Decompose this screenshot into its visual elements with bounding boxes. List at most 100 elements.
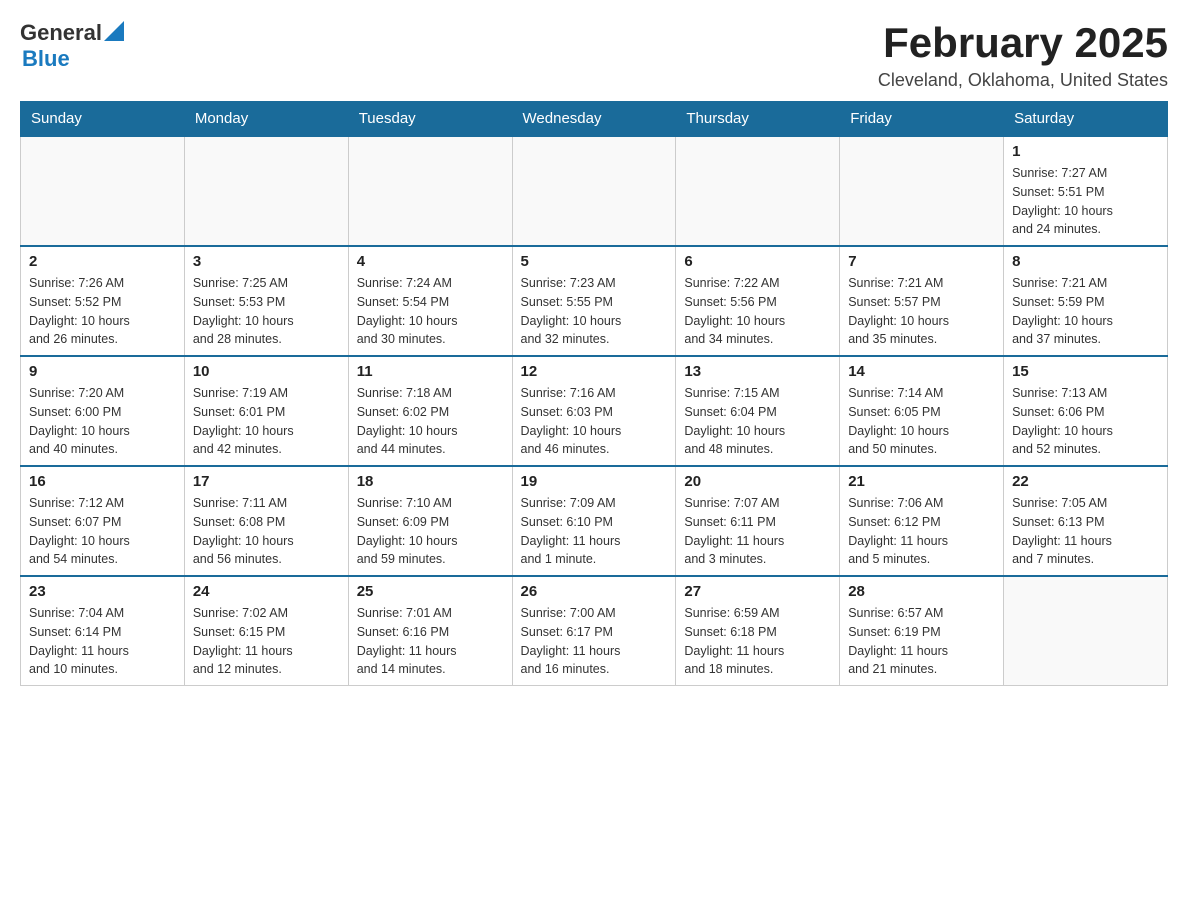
day-sun-info: Sunrise: 7:04 AMSunset: 6:14 PMDaylight:… (29, 604, 176, 679)
day-number: 17 (193, 473, 340, 490)
calendar-cell: 16 Sunrise: 7:12 AMSunset: 6:07 PMDayligh… (21, 466, 185, 576)
day-sun-info: Sunrise: 7:21 AMSunset: 5:57 PMDaylight:… (848, 274, 995, 349)
calendar-header-thursday: Thursday (676, 102, 840, 137)
logo-blue-text: Blue (22, 46, 70, 72)
day-number: 23 (29, 583, 176, 600)
calendar-cell: 8 Sunrise: 7:21 AMSunset: 5:59 PMDaylight… (1004, 246, 1168, 356)
day-sun-info: Sunrise: 7:05 AMSunset: 6:13 PMDaylight:… (1012, 494, 1159, 569)
day-number: 26 (521, 583, 668, 600)
day-sun-info: Sunrise: 7:27 AMSunset: 5:51 PMDaylight:… (1012, 164, 1159, 239)
calendar-cell: 6 Sunrise: 7:22 AMSunset: 5:56 PMDaylight… (676, 246, 840, 356)
calendar-header-monday: Monday (184, 102, 348, 137)
day-sun-info: Sunrise: 7:21 AMSunset: 5:59 PMDaylight:… (1012, 274, 1159, 349)
day-number: 9 (29, 363, 176, 380)
day-sun-info: Sunrise: 7:15 AMSunset: 6:04 PMDaylight:… (684, 384, 831, 459)
day-number: 20 (684, 473, 831, 490)
calendar-cell (184, 136, 348, 246)
day-sun-info: Sunrise: 7:16 AMSunset: 6:03 PMDaylight:… (521, 384, 668, 459)
day-sun-info: Sunrise: 7:22 AMSunset: 5:56 PMDaylight:… (684, 274, 831, 349)
day-sun-info: Sunrise: 7:20 AMSunset: 6:00 PMDaylight:… (29, 384, 176, 459)
calendar-header-wednesday: Wednesday (512, 102, 676, 137)
calendar-cell (676, 136, 840, 246)
calendar-cell: 18 Sunrise: 7:10 AMSunset: 6:09 PMDayligh… (348, 466, 512, 576)
calendar-cell: 14Sunrise: 7:14 AMSunset: 6:05 PMDayligh… (840, 356, 1004, 466)
day-sun-info: Sunrise: 6:59 AMSunset: 6:18 PMDaylight:… (684, 604, 831, 679)
day-number: 25 (357, 583, 504, 600)
calendar-week-row: 23 Sunrise: 7:04 AMSunset: 6:14 PMDayligh… (21, 576, 1168, 686)
calendar-cell: 5Sunrise: 7:23 AMSunset: 5:55 PMDaylight… (512, 246, 676, 356)
day-number: 7 (848, 253, 995, 270)
calendar-cell (840, 136, 1004, 246)
day-sun-info: Sunrise: 7:09 AMSunset: 6:10 PMDaylight:… (521, 494, 668, 569)
day-number: 10 (193, 363, 340, 380)
day-number: 4 (357, 253, 504, 270)
day-sun-info: Sunrise: 7:01 AMSunset: 6:16 PMDaylight:… (357, 604, 504, 679)
day-number: 16 (29, 473, 176, 490)
calendar-header-sunday: Sunday (21, 102, 185, 137)
calendar-cell: 17 Sunrise: 7:11 AMSunset: 6:08 PMDayligh… (184, 466, 348, 576)
page-header: General Blue February 2025 Cleveland, Ok… (20, 20, 1168, 91)
title-section: February 2025 Cleveland, Oklahoma, Unite… (878, 20, 1168, 91)
calendar-cell: 3Sunrise: 7:25 AMSunset: 5:53 PMDaylight… (184, 246, 348, 356)
day-number: 1 (1012, 143, 1159, 160)
day-number: 21 (848, 473, 995, 490)
calendar-table: SundayMondayTuesdayWednesdayThursdayFrid… (20, 101, 1168, 686)
calendar-header-saturday: Saturday (1004, 102, 1168, 137)
day-sun-info: Sunrise: 7:19 AMSunset: 6:01 PMDaylight:… (193, 384, 340, 459)
calendar-cell: 4 Sunrise: 7:24 AMSunset: 5:54 PMDaylight… (348, 246, 512, 356)
day-sun-info: Sunrise: 7:11 AMSunset: 6:08 PMDaylight:… (193, 494, 340, 569)
logo-triangle-icon (104, 21, 126, 43)
calendar-cell: 7 Sunrise: 7:21 AMSunset: 5:57 PMDaylight… (840, 246, 1004, 356)
calendar-cell (21, 136, 185, 246)
day-sun-info: Sunrise: 7:24 AMSunset: 5:54 PMDaylight:… (357, 274, 504, 349)
day-sun-info: Sunrise: 7:18 AMSunset: 6:02 PMDaylight:… (357, 384, 504, 459)
day-number: 18 (357, 473, 504, 490)
day-number: 6 (684, 253, 831, 270)
logo-general-text: General (20, 20, 102, 46)
calendar-cell (348, 136, 512, 246)
calendar-cell: 2 Sunrise: 7:26 AMSunset: 5:52 PMDaylight… (21, 246, 185, 356)
calendar-week-row: 9 Sunrise: 7:20 AMSunset: 6:00 PMDaylight… (21, 356, 1168, 466)
logo: General Blue (20, 20, 126, 72)
day-sun-info: Sunrise: 7:06 AMSunset: 6:12 PMDaylight:… (848, 494, 995, 569)
day-sun-info: Sunrise: 7:07 AMSunset: 6:11 PMDaylight:… (684, 494, 831, 569)
calendar-header-tuesday: Tuesday (348, 102, 512, 137)
calendar-cell: 13Sunrise: 7:15 AMSunset: 6:04 PMDayligh… (676, 356, 840, 466)
day-sun-info: Sunrise: 7:10 AMSunset: 6:09 PMDaylight:… (357, 494, 504, 569)
day-sun-info: Sunrise: 7:26 AMSunset: 5:52 PMDaylight:… (29, 274, 176, 349)
day-number: 2 (29, 253, 176, 270)
calendar-cell: 19 Sunrise: 7:09 AMSunset: 6:10 PMDayligh… (512, 466, 676, 576)
day-sun-info: Sunrise: 7:14 AMSunset: 6:05 PMDaylight:… (848, 384, 995, 459)
day-number: 5 (521, 253, 668, 270)
calendar-header-row: SundayMondayTuesdayWednesdayThursdayFrid… (21, 102, 1168, 137)
day-number: 8 (1012, 253, 1159, 270)
calendar-cell: 28 Sunrise: 6:57 AMSunset: 6:19 PMDayligh… (840, 576, 1004, 686)
calendar-cell: 26Sunrise: 7:00 AMSunset: 6:17 PMDayligh… (512, 576, 676, 686)
calendar-cell (1004, 576, 1168, 686)
day-number: 11 (357, 363, 504, 380)
day-number: 27 (684, 583, 831, 600)
month-title: February 2025 (878, 20, 1168, 66)
calendar-cell: 12 Sunrise: 7:16 AMSunset: 6:03 PMDayligh… (512, 356, 676, 466)
calendar-cell: 20 Sunrise: 7:07 AMSunset: 6:11 PMDayligh… (676, 466, 840, 576)
calendar-cell: 24Sunrise: 7:02 AMSunset: 6:15 PMDayligh… (184, 576, 348, 686)
day-number: 12 (521, 363, 668, 380)
day-sun-info: Sunrise: 7:13 AMSunset: 6:06 PMDaylight:… (1012, 384, 1159, 459)
calendar-week-row: 2 Sunrise: 7:26 AMSunset: 5:52 PMDaylight… (21, 246, 1168, 356)
day-sun-info: Sunrise: 7:12 AMSunset: 6:07 PMDaylight:… (29, 494, 176, 569)
calendar-cell: 25 Sunrise: 7:01 AMSunset: 6:16 PMDayligh… (348, 576, 512, 686)
calendar-cell: 10 Sunrise: 7:19 AMSunset: 6:01 PMDayligh… (184, 356, 348, 466)
calendar-cell: 1 Sunrise: 7:27 AMSunset: 5:51 PMDaylight… (1004, 136, 1168, 246)
calendar-cell (512, 136, 676, 246)
calendar-cell: 9 Sunrise: 7:20 AMSunset: 6:00 PMDaylight… (21, 356, 185, 466)
day-number: 3 (193, 253, 340, 270)
day-sun-info: Sunrise: 7:02 AMSunset: 6:15 PMDaylight:… (193, 604, 340, 679)
calendar-week-row: 1 Sunrise: 7:27 AMSunset: 5:51 PMDaylight… (21, 136, 1168, 246)
day-number: 19 (521, 473, 668, 490)
calendar-cell: 23 Sunrise: 7:04 AMSunset: 6:14 PMDayligh… (21, 576, 185, 686)
calendar-cell: 11 Sunrise: 7:18 AMSunset: 6:02 PMDayligh… (348, 356, 512, 466)
day-number: 15 (1012, 363, 1159, 380)
day-number: 28 (848, 583, 995, 600)
day-sun-info: Sunrise: 6:57 AMSunset: 6:19 PMDaylight:… (848, 604, 995, 679)
location-subtitle: Cleveland, Oklahoma, United States (878, 70, 1168, 91)
